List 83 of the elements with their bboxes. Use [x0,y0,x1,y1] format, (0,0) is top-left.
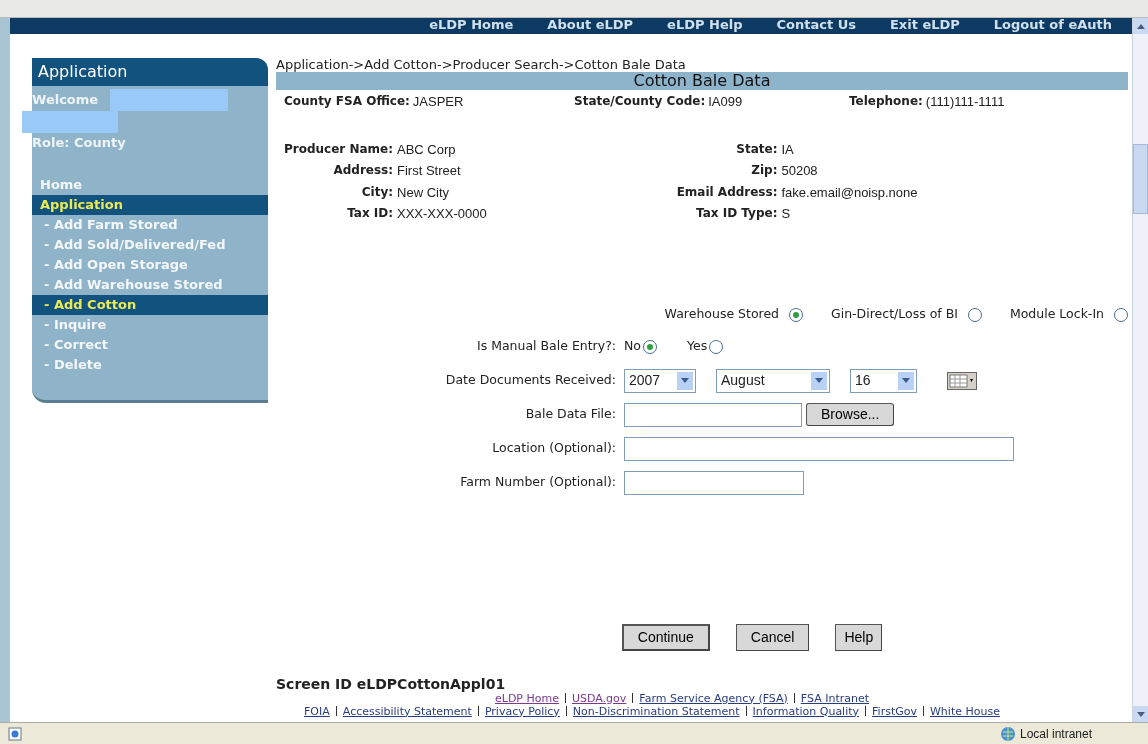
info-label: State/County Code: [574,93,706,110]
footer-link[interactable]: Accessibility Statement [342,704,472,718]
page-title: Cotton Bale Data [276,72,1128,90]
role-text: Role: County [32,134,127,152]
info-value: JASPER [412,93,464,111]
field-label: Location (Optional): [491,439,616,458]
footer-link[interactable]: USDA.gov [571,691,627,705]
radio-button[interactable] [1114,307,1128,322]
sidebar-item[interactable]: - Add Cotton [32,294,268,315]
field-label: Farm Number (Optional): [459,473,616,492]
radio-button[interactable] [643,339,657,354]
nav-link[interactable]: Exit eLDP [889,18,960,34]
browse-button[interactable]: Browse... [806,403,895,426]
continue-button[interactable]: Continue [621,623,710,651]
footer-link[interactable]: eLDP Home [495,691,559,705]
field-label: Bale Data File: [524,405,616,424]
browser-page-icon [8,724,22,743]
dropdown[interactable]: 2007 [624,368,696,393]
info-value: IA [781,140,795,159]
info-value: (111)111-1111 [925,93,1005,111]
footer-link[interactable]: Non-Discrimination Statement [572,704,740,718]
scrollbar-thumb[interactable] [1133,144,1148,214]
chevron-down-icon [902,378,910,383]
sidebar-item[interactable]: Application [32,194,268,215]
dropdown[interactable]: August [716,368,830,393]
footer-link[interactable]: Farm Service Agency (FSA) [639,691,788,705]
field-label: Is Manual Bale Entry?: [475,337,616,356]
sidebar-title: Application [32,58,268,86]
zone-text: Local intranet [1019,725,1092,743]
cancel-button[interactable]: Cancel [735,623,810,651]
radio-button[interactable] [709,339,724,354]
help-button[interactable]: Help [835,623,883,651]
globe-icon [999,724,1016,743]
dropdown[interactable]: 16 [850,368,917,393]
chevron-down-icon [681,378,689,383]
info-label: Producer Name: [284,140,394,158]
footer-link[interactable]: FirstGov [872,704,917,718]
footer-link[interactable]: FSA Intranet [800,691,869,705]
nav-link[interactable]: Contact Us [776,18,856,34]
info-value: S [781,205,792,223]
location-field[interactable] [624,436,1014,461]
radio-label: Warehouse Stored [664,305,780,324]
info-value: ABC Corp [397,140,457,159]
calendar-icon[interactable] [947,371,977,390]
radio-label: No [624,337,641,356]
footer-link[interactable]: Privacy Policy [484,704,560,718]
info-label: City: [360,183,394,201]
info-label: Email Address: [676,183,778,201]
nav-link[interactable]: eLDP Help [667,18,743,34]
chevron-down-icon [815,378,823,383]
info-value: 50208 [781,162,819,180]
info-label: Tax ID: [346,205,394,222]
radio-label: Yes [687,337,708,356]
file-path-field[interactable] [624,402,802,427]
footer-link[interactable]: White House [930,704,1000,718]
info-label: State: [735,140,778,158]
info-label: County FSA Office: [284,93,410,110]
info-label: Tax ID Type: [695,205,778,222]
info-value: IA099 [708,93,743,111]
radio-label: Module Lock-In [1009,305,1104,324]
nav-link[interactable]: About eLDP [547,18,634,34]
info-value: New City [397,183,451,202]
radio-label: Gin-Direct/Loss of BI [831,305,958,324]
info-label: Telephone: [849,93,923,110]
farm-number-field[interactable] [624,470,804,495]
scroll-up-icon[interactable] [1136,24,1145,29]
footer-link[interactable]: Information Quality [752,704,860,718]
radio-button[interactable] [967,307,982,322]
info-label: Address: [332,162,394,179]
nav-link[interactable]: eLDP Home [429,18,514,34]
welcome-text: Welcome [32,91,99,110]
nav-link[interactable]: Logout of eAuth [993,18,1112,34]
field-label: Date Documents Received: [444,371,616,390]
info-value: XXX-XXX-0000 [397,205,487,223]
vertical-scrollbar[interactable] [1132,18,1148,722]
screen-id-text: Screen ID eLDPCottonAppl01 [276,676,507,692]
scroll-down-icon[interactable] [1136,712,1145,717]
info-value: First Street [397,162,462,180]
footer-link[interactable]: FOIA [304,704,330,718]
info-value: fake.email@noisp.none [781,183,918,202]
breadcrumb-text: Application->Add Cotton->Producer Search->Cotton Bale Data [276,58,687,72]
radio-button[interactable] [789,307,804,322]
info-label: Zip: [750,162,778,179]
